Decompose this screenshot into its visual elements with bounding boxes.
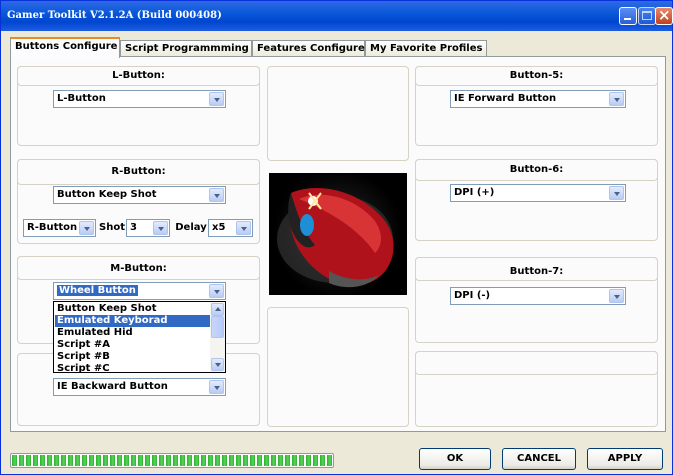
- chevron-down-icon[interactable]: [209, 92, 224, 106]
- minimize-icon[interactable]: [619, 7, 637, 25]
- progress-bar: [10, 453, 334, 468]
- shot-value: 3: [130, 222, 137, 233]
- dropdown-option[interactable]: Emulated Hid: [55, 327, 211, 339]
- m-button-select-value: Wheel Button: [57, 285, 138, 296]
- dropdown-scrollbar[interactable]: [210, 302, 225, 372]
- close-icon[interactable]: ×: [655, 6, 673, 25]
- m-button-label: M-Button:: [110, 263, 167, 274]
- tab-script-programming[interactable]: Script Programmming: [120, 40, 252, 57]
- delay-select[interactable]: x5: [208, 219, 253, 237]
- chevron-down-icon[interactable]: [79, 221, 94, 235]
- chevron-down-icon[interactable]: [153, 221, 168, 235]
- button-7-label: Button-7:: [509, 266, 564, 277]
- title-bar[interactable]: Gamer Toolkit V2.1.2A (Build 000408) ×: [1, 1, 673, 31]
- middle-box-top: [267, 66, 409, 161]
- mouse-illustration: [277, 188, 394, 288]
- chevron-down-icon[interactable]: [609, 186, 624, 200]
- r-button-select-value: Button Keep Shot: [57, 189, 157, 200]
- right-empty-header: [415, 351, 658, 375]
- r-button-source-select[interactable]: R-Button: [23, 219, 96, 237]
- l-button-label: L-Button:: [112, 70, 165, 81]
- maximize-icon[interactable]: [638, 7, 656, 25]
- chevron-down-icon[interactable]: [609, 92, 624, 106]
- button-4-select-value: IE Backward Button: [57, 381, 168, 392]
- chevron-down-icon[interactable]: [209, 380, 224, 394]
- dropdown-option[interactable]: Script #C: [55, 363, 211, 372]
- button-6-label: Button-6:: [509, 164, 564, 175]
- app-window: Gamer Toolkit V2.1.2A (Build 000408) × B…: [0, 0, 673, 475]
- scroll-thumb[interactable]: [211, 316, 224, 338]
- button-6-select[interactable]: DPI (+): [450, 184, 626, 202]
- r-button-source-value: R-Button: [27, 222, 78, 233]
- dropdown-option[interactable]: Script #B: [55, 351, 211, 363]
- button-5-select[interactable]: IE Forward Button: [450, 90, 626, 108]
- m-button-dropdown-list[interactable]: Button Keep Shot Emulated Keyborad Emula…: [53, 301, 226, 373]
- cancel-button[interactable]: CANCEL: [502, 448, 576, 470]
- tab-buttons-configure[interactable]: Buttons Configure: [10, 37, 120, 58]
- apply-button[interactable]: APPLY: [587, 448, 663, 470]
- delay-label: Delay: [175, 222, 207, 233]
- r-button-select[interactable]: Button Keep Shot: [53, 186, 226, 204]
- chevron-down-icon[interactable]: [209, 284, 224, 298]
- dropdown-option[interactable]: Button Keep Shot: [55, 303, 211, 315]
- scroll-up-icon[interactable]: [211, 303, 224, 316]
- chevron-down-icon[interactable]: [236, 221, 251, 235]
- l-button-select-value: L-Button: [57, 93, 106, 104]
- ok-button[interactable]: OK: [419, 448, 491, 470]
- tab-my-favorite-profiles[interactable]: My Favorite Profiles: [365, 40, 487, 57]
- delay-value: x5: [212, 222, 226, 233]
- mouse-image: [269, 173, 407, 295]
- dropdown-option[interactable]: Script #A: [55, 339, 211, 351]
- shot-select[interactable]: 3: [126, 219, 170, 237]
- button-7-select-value: DPI (-): [454, 290, 491, 301]
- r-button-label: R-Button:: [111, 166, 166, 177]
- button-5-label: Button-5:: [509, 70, 564, 81]
- l-button-select[interactable]: L-Button: [53, 90, 226, 108]
- middle-box-bottom: [267, 307, 409, 427]
- m-button-select[interactable]: Wheel Button: [53, 282, 226, 300]
- shot-label: Shot: [99, 222, 125, 233]
- button-4-select[interactable]: IE Backward Button: [53, 378, 226, 396]
- chevron-down-icon[interactable]: [609, 289, 624, 303]
- chevron-down-icon[interactable]: [209, 188, 224, 202]
- scroll-down-icon[interactable]: [211, 358, 224, 371]
- tab-features-configure[interactable]: Features Configure: [252, 40, 365, 57]
- window-title: Gamer Toolkit V2.1.2A (Build 000408): [7, 10, 222, 21]
- button-7-select[interactable]: DPI (-): [450, 287, 626, 305]
- button-6-select-value: DPI (+): [454, 187, 495, 198]
- button-5-select-value: IE Forward Button: [454, 93, 557, 104]
- progress-fill: [12, 455, 332, 466]
- dropdown-option-highlighted[interactable]: Emulated Keyborad: [55, 315, 211, 327]
